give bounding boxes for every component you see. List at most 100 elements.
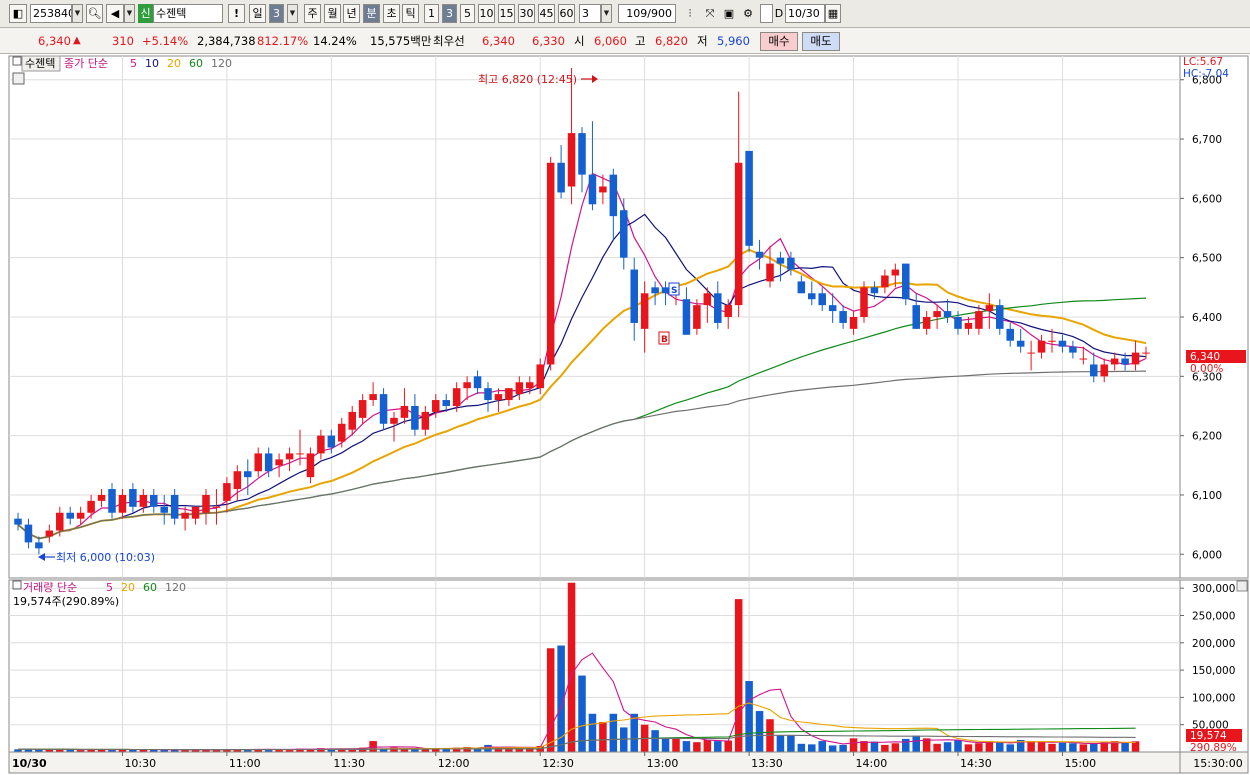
- interval-button-1[interactable]: 1: [424, 4, 439, 23]
- period-month-button[interactable]: 월: [324, 4, 341, 23]
- volume-panel-maximize-icon[interactable]: [1236, 580, 1248, 592]
- candle-body: [588, 174, 597, 205]
- candle-body: [954, 317, 962, 329]
- candle-body: [264, 453, 273, 472]
- data-count-field[interactable]: 109/900: [618, 4, 676, 23]
- candle-body: [808, 293, 816, 300]
- bid-price: 6,330: [532, 34, 565, 48]
- price-tick-label: 6,500: [1192, 253, 1222, 265]
- high-label: 고: [635, 34, 646, 48]
- window-menu-icon[interactable]: ◧: [9, 4, 27, 23]
- candle-body: [1131, 352, 1140, 365]
- period-day-button[interactable]: 일: [249, 4, 266, 23]
- candle-body: [776, 257, 785, 264]
- interval-button-60[interactable]: 60: [558, 4, 575, 23]
- volume-bar: [599, 721, 607, 752]
- interval-button-10[interactable]: 10: [478, 4, 495, 23]
- volume-bar: [839, 744, 847, 752]
- interval-button-5[interactable]: 5: [460, 4, 475, 23]
- total-volume: 2,384,738: [197, 34, 256, 48]
- period-year-button[interactable]: 년: [343, 4, 360, 23]
- volume-bar: [651, 730, 659, 752]
- open-price: 6,060: [594, 34, 627, 48]
- candle-body: [223, 483, 231, 501]
- volume-bar: [546, 648, 555, 752]
- price-legend-ma-20: 20: [167, 57, 181, 70]
- candle-body: [661, 287, 670, 294]
- buy-button[interactable]: 매수: [760, 32, 798, 51]
- stock-code-dropdown-icon[interactable]: ▼: [72, 4, 83, 23]
- interval-button-45[interactable]: 45: [538, 4, 555, 23]
- candle-body: [275, 459, 283, 466]
- d-checkbox-label: D: [774, 7, 784, 20]
- volume-bar: [954, 739, 962, 752]
- save-icon[interactable]: ▣: [720, 4, 738, 23]
- candle-body: [828, 305, 837, 312]
- candle-body: [66, 512, 74, 519]
- candle-body: [181, 512, 189, 519]
- stock-code-input[interactable]: 253840: [30, 4, 72, 23]
- candle-body: [45, 530, 54, 537]
- toolbar: ◧ 253840 ▼ 🔍︎ ◀︎ ▼ 신 수젠텍 ! 일 3 ▼ 주 월 년 분…: [0, 0, 1250, 28]
- d-checkbox[interactable]: [760, 4, 773, 23]
- price-tick-label: 6,000: [1192, 549, 1222, 561]
- interval-button-30[interactable]: 30: [518, 4, 535, 23]
- quote-bar: 6,340 ▲ 310 +5.14% 2,384,738 812.17% 14.…: [0, 28, 1250, 54]
- candle-body: [933, 311, 941, 317]
- price-volume-chart[interactable]: 6,0006,1006,2006,3006,4006,5006,6006,700…: [0, 54, 1250, 775]
- candle-body: [891, 269, 900, 276]
- time-tick-label: 14:30: [960, 757, 992, 770]
- candle-style-icon[interactable]: ⫶: [681, 4, 699, 23]
- search-icon[interactable]: 🔍︎: [86, 4, 103, 23]
- min-annotation: 최저 6,000 (10:03): [56, 551, 155, 564]
- volume-bar: [849, 738, 858, 752]
- volume-tick-label: 100,000: [1192, 692, 1235, 704]
- candle-body: [1006, 328, 1014, 341]
- volume-bar: [818, 741, 826, 752]
- ask-price: 6,340: [482, 34, 515, 48]
- volume-bar: [609, 713, 618, 752]
- priority-label: 최우선: [433, 34, 465, 48]
- candle-body: [202, 494, 210, 513]
- candle-body: [369, 394, 377, 401]
- candle-body: [985, 305, 994, 312]
- time-tick-label: 12:30: [542, 757, 574, 770]
- settings-gear-icon[interactable]: ⚙: [739, 4, 757, 23]
- table-view-icon[interactable]: [12, 72, 25, 85]
- period-second-button[interactable]: 초: [383, 4, 400, 23]
- candle-body: [797, 281, 806, 294]
- interval-button-15[interactable]: 15: [498, 4, 515, 23]
- volume-legend-prefix: 거래량 단순: [23, 581, 77, 594]
- interval-input[interactable]: 3: [579, 4, 601, 23]
- candle-body: [609, 174, 618, 217]
- calendar-icon[interactable]: ▦: [825, 4, 841, 23]
- candle-body: [24, 524, 33, 543]
- candle-body: [400, 405, 409, 418]
- volume-bar: [672, 738, 680, 752]
- interval-dropdown-icon[interactable]: ▼: [601, 4, 612, 23]
- volume-bar: [902, 738, 910, 752]
- time-tick-label: 15:30:00: [1193, 757, 1242, 770]
- period-week-button[interactable]: 주: [304, 4, 321, 23]
- candle-body: [212, 506, 221, 508]
- date-input[interactable]: 10/30: [785, 4, 825, 23]
- candle-body: [1121, 358, 1129, 365]
- speaker-icon[interactable]: ◀︎: [106, 4, 124, 23]
- period-day-number[interactable]: 3: [269, 4, 284, 23]
- alert-button[interactable]: !: [228, 4, 245, 23]
- stock-name-field[interactable]: 수젠텍: [153, 4, 223, 23]
- candle-body: [87, 500, 95, 513]
- period-tick-button[interactable]: 틱: [402, 4, 419, 23]
- period-minute-button[interactable]: 분: [363, 4, 380, 23]
- candle-body: [640, 293, 649, 329]
- candle-body: [787, 257, 795, 270]
- sell-button[interactable]: 매도: [802, 32, 840, 51]
- candle-body: [1016, 340, 1025, 347]
- candle-body: [35, 542, 43, 549]
- volume-bar: [724, 740, 732, 752]
- interval-button-3[interactable]: 3: [442, 4, 457, 23]
- period-day-dropdown-icon[interactable]: ▼: [287, 4, 298, 23]
- candle-body: [379, 394, 388, 424]
- crosshair-icon[interactable]: ⤧: [701, 4, 719, 23]
- speaker-dropdown-icon[interactable]: ▼: [124, 4, 135, 23]
